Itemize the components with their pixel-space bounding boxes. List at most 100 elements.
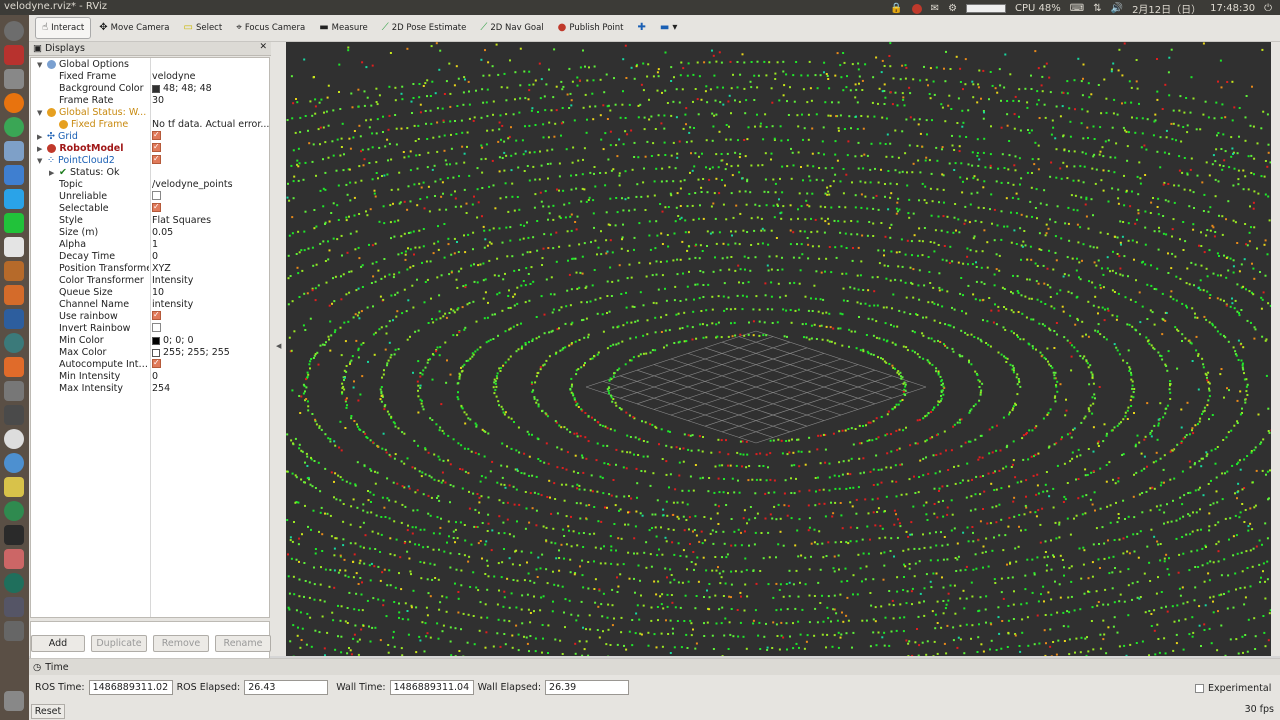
experimental-checkbox[interactable] — [1195, 684, 1204, 693]
duplicate-button[interactable]: Duplicate — [91, 635, 147, 652]
tree-row-invert-rainbow[interactable]: Invert Rainbow — [31, 323, 269, 335]
code-icon[interactable] — [4, 309, 24, 329]
vlc-icon[interactable] — [4, 357, 24, 377]
inkscape-icon[interactable] — [4, 405, 24, 425]
tree-row-size[interactable]: Size (m) 0.05 — [31, 227, 269, 239]
tools-icon[interactable] — [4, 549, 24, 569]
twitter-icon[interactable] — [4, 189, 24, 209]
tree-row-min-color[interactable]: Min Color 0; 0; 0 — [31, 335, 269, 347]
files-icon[interactable] — [4, 69, 24, 89]
publish-point-tool[interactable]: ● Publish Point — [552, 17, 630, 39]
tree-row-background-color[interactable]: Background Color 48; 48; 48 — [31, 83, 269, 95]
globe-icon[interactable] — [4, 573, 24, 593]
wall-time-field[interactable]: 1486889311.04 — [389, 680, 474, 695]
chrome-icon[interactable] — [4, 117, 24, 137]
date-label[interactable]: 2月12日（日） — [1132, 1, 1201, 16]
collapse-arrow-icon[interactable]: ▶ — [37, 143, 42, 155]
keyboard-icon[interactable]: ⌨ — [1070, 3, 1084, 14]
selectable-checkbox[interactable] — [152, 203, 161, 212]
tree-row-max-color[interactable]: Max Color 255; 255; 255 — [31, 347, 269, 359]
tree-row-fixed-frame-status[interactable]: Fixed Frame No tf data. Actual error... — [31, 119, 269, 131]
power-icon[interactable]: ⏻ — [1264, 3, 1272, 14]
calendar-icon[interactable] — [4, 237, 24, 257]
measure-tool[interactable]: ▬ Measure — [313, 17, 374, 39]
network-icon[interactable]: ⇅ — [1093, 3, 1101, 14]
add-tool-button[interactable]: ✚ — [632, 17, 652, 39]
firefox-icon[interactable] — [4, 93, 24, 113]
right-splitter[interactable] — [1271, 42, 1280, 656]
info-icon[interactable] — [4, 453, 24, 473]
tree-row-alpha[interactable]: Alpha 1 — [31, 239, 269, 251]
experimental-toggle[interactable]: Experimental — [1195, 683, 1271, 694]
line-icon[interactable] — [4, 213, 24, 233]
displays-tree[interactable]: ▼ Global Options Fixed Frame velodyne Ba… — [30, 57, 270, 618]
tree-row-min-intensity[interactable]: Min Intensity 0 — [31, 371, 269, 383]
tree-row-pointcloud2[interactable]: ▼ ⁘ PointCloud2 — [31, 155, 269, 167]
blender-icon[interactable] — [4, 285, 24, 305]
tree-row-frame-rate[interactable]: Frame Rate 30 — [31, 95, 269, 107]
nvidia-icon[interactable] — [4, 501, 24, 521]
tree-row-selectable[interactable]: Selectable — [31, 203, 269, 215]
move-camera-tool[interactable]: ✥ Move Camera — [93, 17, 175, 39]
expand-arrow-icon[interactable]: ▼ — [37, 155, 42, 167]
tree-row-queue-size[interactable]: Queue Size 10 — [31, 287, 269, 299]
pointcloud-enabled-checkbox[interactable] — [152, 155, 161, 164]
mail-icon[interactable]: ✉ — [931, 3, 939, 14]
expand-arrow-icon[interactable]: ▼ — [37, 107, 42, 119]
record-icon[interactable] — [911, 3, 922, 14]
clock-app-icon[interactable] — [4, 429, 24, 449]
interact-tool[interactable]: ☝ Interact — [35, 17, 92, 39]
tree-row-global-options[interactable]: ▼ Global Options — [31, 59, 269, 71]
close-icon[interactable]: ✕ — [259, 42, 267, 52]
wall-elapsed-field[interactable]: 26.39 — [545, 680, 630, 695]
tree-row-unreliable[interactable]: Unreliable — [31, 191, 269, 203]
nav-goal-tool[interactable]: ⟋ 2D Nav Goal — [474, 17, 549, 39]
rename-button[interactable]: Rename — [215, 635, 271, 652]
trash-icon[interactable] — [4, 691, 24, 711]
collapse-arrow-icon[interactable]: ▶ — [37, 131, 42, 143]
workspace-icon[interactable] — [4, 621, 24, 641]
panel-splitter[interactable]: ◀ — [271, 42, 286, 656]
settings-icon[interactable]: ⚙ — [948, 3, 957, 14]
select-tool[interactable]: ▭ Select — [178, 17, 229, 39]
expand-arrow-icon[interactable]: ▼ — [37, 59, 42, 71]
tree-row-position-transformer[interactable]: Position Transformer XYZ — [31, 263, 269, 275]
grid-enabled-checkbox[interactable] — [152, 131, 161, 140]
tree-row-global-status[interactable]: ▼ Global Status: W... — [31, 107, 269, 119]
3d-viewport[interactable] — [286, 42, 1271, 656]
eclipse-icon[interactable] — [4, 333, 24, 353]
clock-label[interactable]: 17:48:30 — [1210, 3, 1255, 14]
tree-row-channel-name[interactable]: Channel Name intensity — [31, 299, 269, 311]
volume-icon[interactable]: 🔊 — [1111, 3, 1123, 14]
collapse-arrow-icon[interactable]: ▶ — [49, 167, 54, 179]
tree-row-autocompute[interactable]: Autocompute Intensity Bounds — [31, 359, 269, 371]
console-icon[interactable] — [4, 525, 24, 545]
autocompute-checkbox[interactable] — [152, 359, 161, 368]
ros-time-field[interactable]: 1486889311.02 — [88, 680, 173, 695]
add-button[interactable]: Add — [31, 635, 85, 652]
tree-row-decay-time[interactable]: Decay Time 0 — [31, 251, 269, 263]
text-editor-icon[interactable] — [4, 141, 24, 161]
dash-icon[interactable] — [4, 21, 24, 41]
tree-row-robotmodel[interactable]: ▶ RobotModel — [31, 143, 269, 155]
pose-estimate-tool[interactable]: ⟋ 2D Pose Estimate — [376, 17, 473, 39]
lock-icon[interactable]: 🔒 — [890, 3, 902, 14]
robotmodel-enabled-checkbox[interactable] — [152, 143, 161, 152]
tree-row-color-transformer[interactable]: Color Transformer Intensity — [31, 275, 269, 287]
use-rainbow-checkbox[interactable] — [152, 311, 161, 320]
ros-elapsed-field[interactable]: 26.43 — [244, 680, 329, 695]
thunderbird-icon[interactable] — [4, 165, 24, 185]
tree-row-topic[interactable]: Topic /velodyne_points — [31, 179, 269, 191]
invert-rainbow-checkbox[interactable] — [152, 323, 161, 332]
tree-row-style[interactable]: Style Flat Squares — [31, 215, 269, 227]
focus-camera-tool[interactable]: ⌖ Focus Camera — [230, 17, 311, 39]
rviz-icon[interactable] — [4, 597, 24, 617]
unreliable-checkbox[interactable] — [152, 191, 161, 200]
terminal-icon[interactable] — [4, 45, 24, 65]
settings-app-icon[interactable] — [4, 381, 24, 401]
warning-app-icon[interactable] — [4, 477, 24, 497]
reset-button[interactable]: Reset — [31, 704, 65, 719]
tree-row-grid[interactable]: ▶ ✣ Grid — [31, 131, 269, 143]
tree-row-use-rainbow[interactable]: Use rainbow — [31, 311, 269, 323]
tree-row-status-ok[interactable]: ▶ ✔ Status: Ok — [31, 167, 269, 179]
